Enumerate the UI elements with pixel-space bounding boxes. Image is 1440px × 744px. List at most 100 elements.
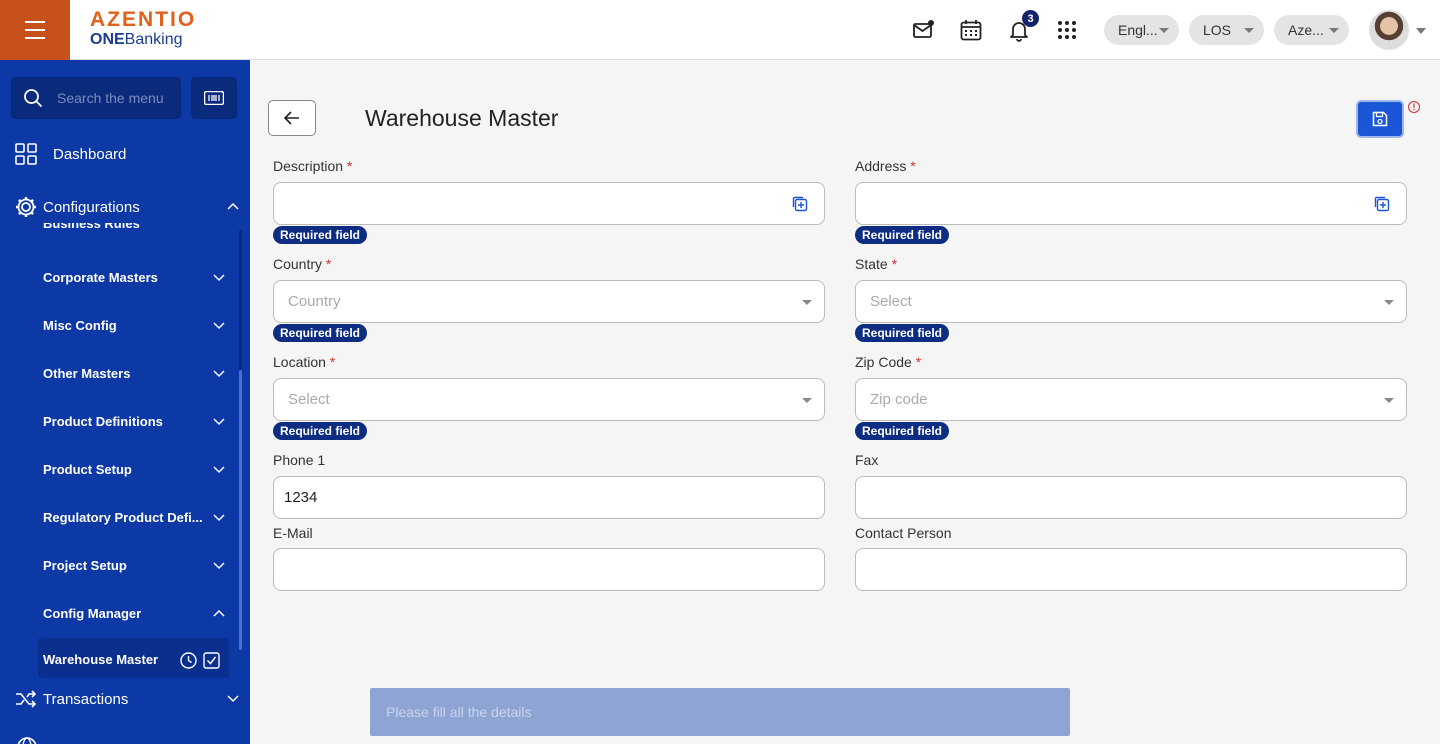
chevron-up-icon <box>213 609 225 617</box>
description-field[interactable] <box>273 182 825 225</box>
page-title: Warehouse Master <box>365 105 559 131</box>
chevron-down-icon <box>213 322 225 330</box>
phone1-field[interactable] <box>273 476 825 519</box>
description-label: Description * <box>273 158 353 174</box>
sidebar-item-label: Config Manager <box>43 606 142 621</box>
sidebar-item-project-setup[interactable]: Project Setup <box>43 558 233 573</box>
back-button[interactable] <box>268 100 316 136</box>
address-field[interactable] <box>855 182 1407 225</box>
address-input[interactable] <box>856 183 1406 224</box>
menu-toggle-button[interactable] <box>0 0 70 60</box>
sidebar-item-warehouse-master[interactable]: Warehouse Master <box>38 638 229 678</box>
location-input[interactable] <box>274 379 824 420</box>
toast-message: Please fill all the details <box>370 688 1070 736</box>
chevron-down-icon <box>802 398 812 403</box>
sidebar-item-label: Configurations <box>43 198 140 216</box>
globe-icon[interactable] <box>16 736 38 744</box>
description-input[interactable] <box>274 183 824 224</box>
sidebar-item-dashboard[interactable]: Dashboard <box>15 143 235 165</box>
chevron-down-icon <box>213 370 225 378</box>
sidebar-item-label: Misc Config <box>43 318 117 333</box>
notifications-button[interactable]: 3 <box>1007 10 1039 42</box>
dashboard-icon <box>15 143 37 165</box>
fax-label: Fax <box>855 452 879 468</box>
add-translation-icon[interactable] <box>1374 196 1390 212</box>
sidebar-item-label: Regulatory Product Defi... <box>43 510 203 525</box>
logo-brand: AZENTIO <box>90 8 197 31</box>
module-select[interactable]: LOS <box>1189 15 1264 45</box>
barcode-button[interactable] <box>191 77 237 119</box>
sidebar-item-product-setup[interactable]: Product Setup <box>43 462 233 477</box>
sidebar-search[interactable] <box>11 77 181 119</box>
sidebar-item-other-masters[interactable]: Other Masters <box>43 366 233 381</box>
phone1-input[interactable] <box>274 477 824 518</box>
clock-icon[interactable] <box>180 652 197 669</box>
sidebar-item-label: Product Definitions <box>43 414 163 429</box>
app-logo: AZENTIO ONEBanking <box>90 8 196 49</box>
chevron-down-icon <box>802 300 812 305</box>
sidebar-scrollbar[interactable] <box>239 230 242 370</box>
logo-product: ONEBanking <box>90 31 183 48</box>
sidebar-item-label: Project Setup <box>43 558 127 573</box>
phone1-label: Phone 1 <box>273 452 326 468</box>
chevron-down-icon <box>1244 28 1254 33</box>
search-icon <box>24 89 43 108</box>
required-field-tag: Required field <box>273 226 368 244</box>
calendar-icon[interactable] <box>959 18 983 42</box>
zip-code-input[interactable] <box>856 379 1406 420</box>
sidebar-item-product-definitions[interactable]: Product Definitions <box>43 414 233 429</box>
mail-icon[interactable] <box>911 18 935 42</box>
chevron-down-icon <box>213 466 225 474</box>
apps-grid-icon[interactable] <box>1055 18 1079 42</box>
email-input[interactable] <box>274 549 824 590</box>
notification-badge: 3 <box>1022 10 1039 27</box>
email-label: E-Mail <box>273 525 313 541</box>
language-select[interactable]: Engl... <box>1104 15 1179 45</box>
language-value: Engl... <box>1118 22 1158 38</box>
zip-code-select[interactable] <box>855 378 1407 421</box>
hamburger-icon <box>25 18 45 42</box>
sidebar-scroll-thumb[interactable] <box>239 370 242 650</box>
fax-input[interactable] <box>856 477 1406 518</box>
country-input[interactable] <box>274 281 824 322</box>
sidebar-item-partial[interactable]: Business Rules <box>43 223 233 235</box>
add-translation-icon[interactable] <box>792 196 808 212</box>
sidebar-item-corporate-masters[interactable]: Corporate Masters <box>43 270 233 285</box>
contact-person-field[interactable] <box>855 548 1407 591</box>
sidebar-item-configurations[interactable]: Configurations <box>15 196 239 218</box>
sidebar-item-label: Corporate Masters <box>43 270 158 285</box>
contact-person-label: Contact Person <box>855 525 952 541</box>
fax-field[interactable] <box>855 476 1407 519</box>
checkbox-icon[interactable] <box>203 652 220 669</box>
required-field-tag: Required field <box>855 422 950 440</box>
avatar[interactable] <box>1369 10 1409 50</box>
search-input[interactable] <box>57 90 177 106</box>
chevron-down-icon <box>1384 398 1394 403</box>
country-select[interactable] <box>273 280 825 323</box>
profile-menu-chevron-icon[interactable] <box>1416 28 1426 34</box>
sidebar-item-transactions[interactable]: Transactions <box>15 690 239 708</box>
state-select[interactable] <box>855 280 1407 323</box>
sidebar-item-config-manager[interactable]: Config Manager <box>43 606 233 621</box>
email-field[interactable] <box>273 548 825 591</box>
sidebar-item-regulatory-product-definitions[interactable]: Regulatory Product Defi... <box>43 510 233 525</box>
sidebar-item-label: Dashboard <box>53 145 127 163</box>
sidebar-item-misc-config[interactable]: Misc Config <box>43 318 233 333</box>
entity-select[interactable]: Aze... <box>1274 15 1349 45</box>
chevron-down-icon <box>213 514 225 522</box>
entity-value: Aze... <box>1288 22 1324 38</box>
chevron-up-icon <box>227 202 239 210</box>
state-input[interactable] <box>856 281 1406 322</box>
location-select[interactable] <box>273 378 825 421</box>
save-icon <box>1372 111 1388 127</box>
module-value: LOS <box>1203 22 1232 38</box>
required-field-tag: Required field <box>855 226 950 244</box>
address-label: Address * <box>855 158 916 174</box>
chevron-down-icon <box>1159 28 1169 33</box>
chevron-down-icon <box>1329 28 1339 33</box>
save-button[interactable] <box>1356 100 1404 138</box>
sidebar-item-label: Warehouse Master <box>43 652 159 667</box>
contact-person-input[interactable] <box>856 549 1406 590</box>
chevron-down-icon <box>227 695 239 703</box>
gear-icon <box>16 197 36 217</box>
